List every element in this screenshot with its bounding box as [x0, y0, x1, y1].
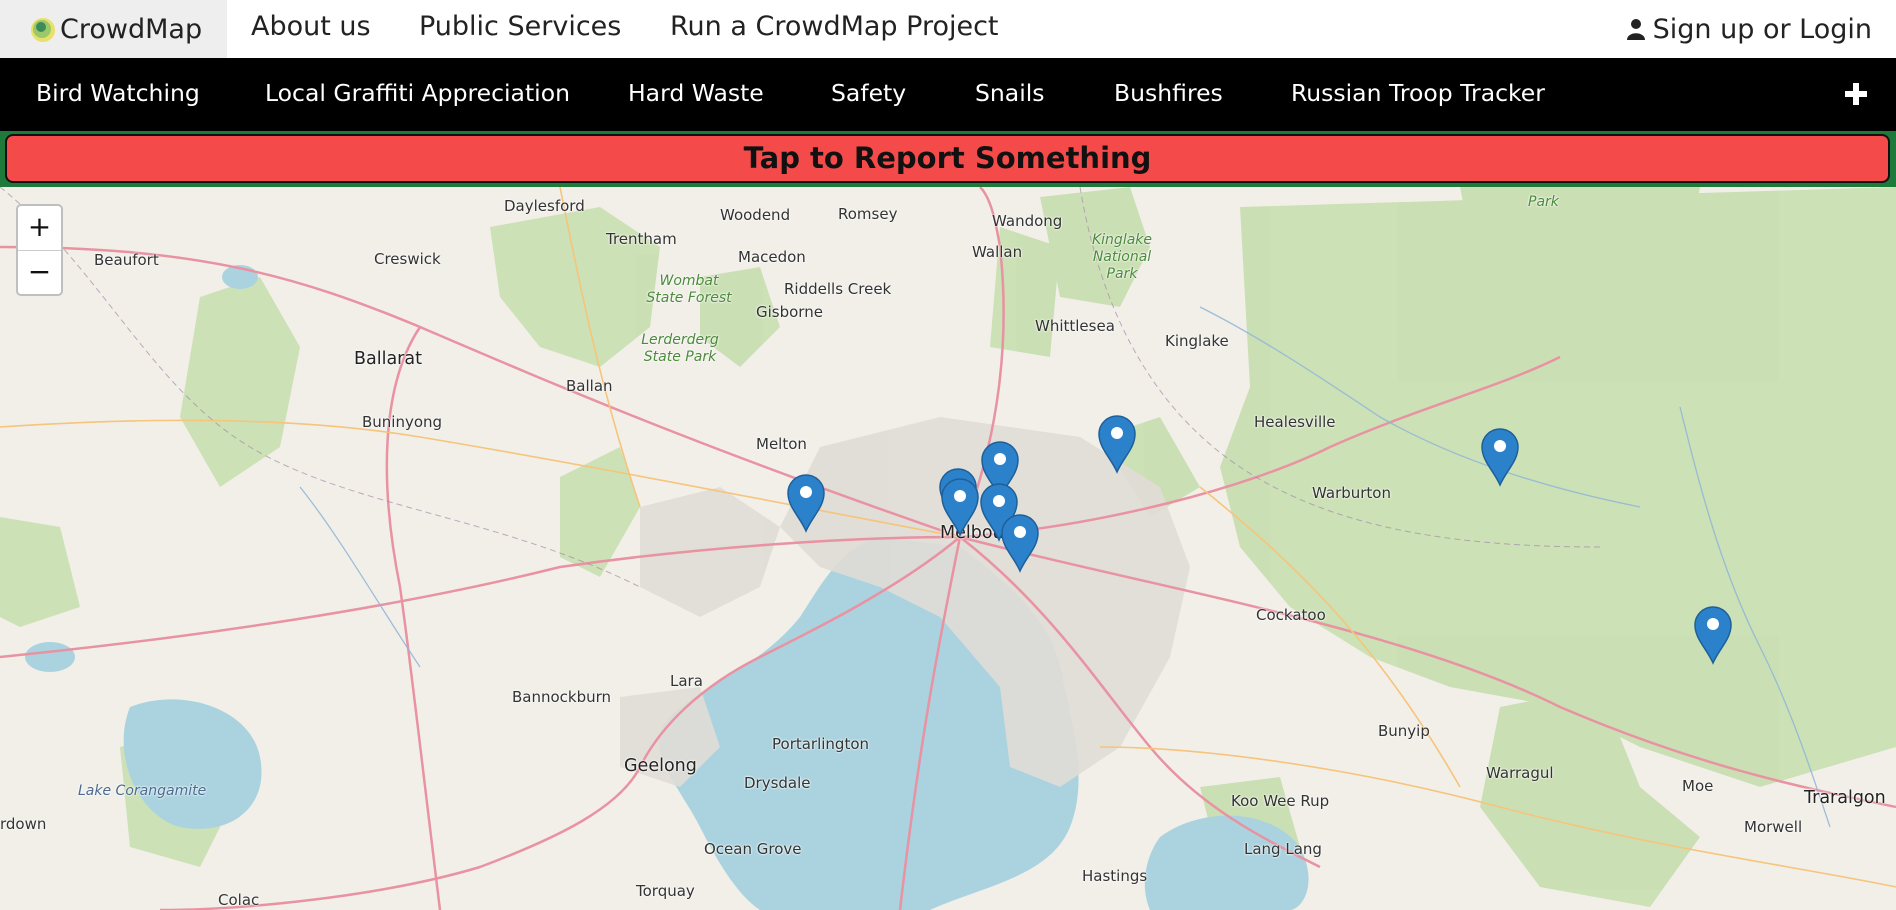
place-ballarat: Ballarat — [354, 349, 422, 369]
login-label: Sign up or Login — [1652, 13, 1872, 45]
place-wombat-state-forest: Wombat State Forest — [646, 273, 732, 306]
report-something-button[interactable]: Tap to Report Something — [5, 134, 1890, 183]
place-lake-corangamite: Lake Corangamite — [78, 783, 207, 799]
place-bunyip: Bunyip — [1378, 722, 1430, 740]
place-warburton: Warburton — [1312, 484, 1391, 502]
place-macedon: Macedon — [738, 248, 806, 266]
map-tiles — [0, 187, 1896, 910]
place-rdown: rdown — [0, 815, 47, 833]
place-kinglake-np: Kinglake National Park — [1091, 232, 1153, 282]
place-morwell: Morwell — [1744, 818, 1803, 836]
place-park: Park — [1528, 194, 1559, 210]
nav-about-us[interactable]: About us — [251, 0, 371, 58]
map-marker-icon[interactable] — [1480, 427, 1520, 487]
map-marker-icon[interactable] — [940, 477, 980, 537]
place-whittlesea: Whittlesea — [1035, 317, 1115, 335]
place-drysdale: Drysdale — [744, 774, 811, 792]
map-marker-icon[interactable] — [1000, 513, 1040, 573]
place-ocean-grove: Ocean Grove — [704, 840, 802, 858]
category-safety[interactable]: Safety — [831, 58, 906, 131]
place-bannockburn: Bannockburn — [512, 688, 612, 706]
zoom-out-button[interactable]: − — [18, 250, 61, 295]
place-portarlington: Portarlington — [772, 735, 870, 753]
place-geelong: Geelong — [624, 756, 697, 776]
place-cockatoo: Cockatoo — [1256, 606, 1326, 624]
zoom-control: + − — [16, 204, 63, 296]
brand-home-link[interactable]: CrowdMap — [0, 0, 227, 58]
place-lang-lang: Lang Lang — [1244, 840, 1322, 858]
place-traralgon: Traralgon — [1804, 788, 1886, 808]
place-kinglake: Kinglake — [1165, 332, 1229, 350]
place-riddells-creek: Riddells Creek — [784, 280, 892, 298]
place-wallan: Wallan — [972, 243, 1023, 261]
user-icon — [1626, 19, 1645, 40]
nav-run-project[interactable]: Run a CrowdMap Project — [670, 0, 999, 58]
place-wandong: Wandong — [992, 212, 1063, 230]
map-marker-icon[interactable] — [1693, 605, 1733, 665]
place-koo-wee-rup: Koo Wee Rup — [1231, 792, 1330, 810]
place-lerderderg-state-park: Lerderderg State Park — [641, 332, 719, 365]
add-category-icon[interactable] — [1842, 80, 1870, 108]
place-colac: Colac — [218, 891, 260, 909]
place-gisborne: Gisborne — [756, 303, 823, 321]
map-marker-icon[interactable] — [1097, 414, 1137, 474]
category-bar: Bird Watching Local Graffiti Appreciatio… — [0, 58, 1896, 131]
zoom-in-button[interactable]: + — [18, 206, 61, 250]
place-hastings: Hastings — [1082, 867, 1148, 885]
brand-name: CrowdMap — [60, 13, 203, 45]
map-marker-icon[interactable] — [786, 473, 826, 533]
place-beaufort: Beaufort — [94, 251, 159, 269]
place-trentham: Trentham — [606, 230, 677, 248]
place-daylesford: Daylesford — [504, 197, 585, 215]
place-creswick: Creswick — [374, 250, 441, 268]
category-russian-troop-tracker[interactable]: Russian Troop Tracker — [1291, 58, 1545, 131]
place-melton: Melton — [756, 435, 807, 453]
place-lara: Lara — [670, 672, 703, 690]
place-healesville: Healesville — [1254, 413, 1336, 431]
place-buninyong: Buninyong — [362, 413, 443, 431]
top-navbar: CrowdMap About us Public Services Run a … — [0, 0, 1896, 58]
nav-public-services[interactable]: Public Services — [419, 0, 621, 58]
place-warragul: Warragul — [1486, 764, 1554, 782]
place-romsey: Romsey — [838, 205, 898, 223]
map-view[interactable]: Daylesford Woodend Romsey Wandong Trenth… — [0, 187, 1896, 910]
place-torquay: Torquay — [636, 882, 695, 900]
report-banner: Tap to Report Something — [0, 131, 1896, 187]
category-snails[interactable]: Snails — [975, 58, 1045, 131]
place-ballan: Ballan — [566, 377, 613, 395]
category-bushfires[interactable]: Bushfires — [1114, 58, 1223, 131]
place-woodend: Woodend — [720, 206, 791, 224]
place-moe: Moe — [1682, 777, 1714, 795]
sign-up-login-link[interactable]: Sign up or Login — [1626, 0, 1872, 58]
category-bird-watching[interactable]: Bird Watching — [36, 58, 200, 131]
category-local-graffiti[interactable]: Local Graffiti Appreciation — [265, 58, 570, 131]
crowdmap-logo-icon — [31, 18, 55, 42]
category-hard-waste[interactable]: Hard Waste — [628, 58, 764, 131]
